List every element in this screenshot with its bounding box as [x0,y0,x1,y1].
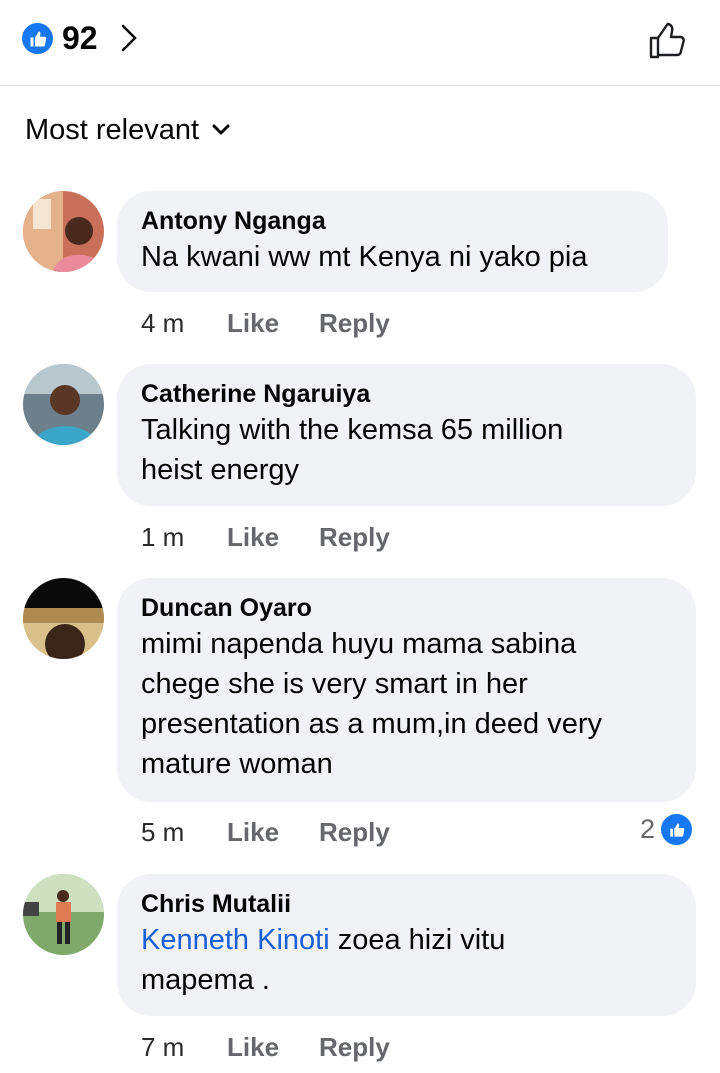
comment-author[interactable]: Catherine Ngaruiya [141,378,672,410]
comment-reaction-count: 2 [640,814,656,844]
thumbs-up-icon [659,812,695,847]
like-outline-icon[interactable] [645,18,689,62]
comment-actions: 5 m Like Reply [141,816,390,848]
comment-text-line: heist energy [141,454,299,486]
comment-bubble: Duncan Oyaro mimi napenda huyu mama sabi… [117,578,696,802]
sort-label: Most relevant [25,114,200,146]
comment-text-line: mimi napenda huyu mama sabina [141,628,577,660]
comment-bubble: Antony Nganga Na kwani ww mt Kenya ni ya… [117,191,668,292]
like-button[interactable]: Like [227,816,319,848]
comment-time[interactable]: 7 m [141,1031,227,1063]
comment-time[interactable]: 1 m [141,521,227,553]
comment-time[interactable]: 5 m [141,816,227,848]
reply-button[interactable]: Reply [319,1031,390,1063]
comment-bubble: Chris Mutalii Kenneth Kinoti zoea hizi v… [117,874,696,1016]
chevron-right-icon[interactable] [118,22,142,54]
comment-text-line: Talking with the kemsa 65 million [141,414,564,446]
comment-text-line: presentation as a mum,in deed very [141,708,603,740]
comment-reactions[interactable]: 2 [640,812,695,847]
comment-actions: 4 m Like Reply [141,307,390,339]
comment-text-fragment: zoea hizi vitu [329,924,506,956]
sort-dropdown[interactable]: Most relevant [25,112,231,148]
avatar[interactable] [23,578,104,659]
avatar[interactable] [23,191,104,272]
comment-time[interactable]: 4 m [141,307,227,339]
reply-button[interactable]: Reply [319,307,390,339]
reaction-count[interactable]: 92 [62,19,98,57]
comment-text-line: Kenneth Kinoti zoea hizi vitu [141,920,672,960]
chevron-down-icon [212,124,230,135]
thumbs-up-icon[interactable] [22,23,53,54]
reactions-header: 92 [0,0,720,86]
like-button[interactable]: Like [227,1031,319,1063]
comment-text-line: mapema . [141,964,270,996]
comment-bubble: Catherine Ngaruiya Talking with the kems… [117,364,696,506]
avatar[interactable] [23,364,104,445]
comment-actions: 1 m Like Reply [141,521,390,553]
like-button[interactable]: Like [227,521,319,553]
comment-text-line: mature woman [141,748,333,780]
comment-author[interactable]: Duncan Oyaro [141,592,672,624]
comment-text: Na kwani ww mt Kenya ni yako pia [141,241,588,273]
mention-link[interactable]: Kenneth Kinoti [141,924,330,956]
avatar[interactable] [23,874,104,955]
reply-button[interactable]: Reply [319,816,390,848]
comment-text-line: chege she is very smart in her [141,668,528,700]
comment-author[interactable]: Chris Mutalii [141,888,672,920]
comment-actions: 7 m Like Reply [141,1031,390,1063]
comment-author[interactable]: Antony Nganga [141,205,644,237]
like-button[interactable]: Like [227,307,319,339]
reply-button[interactable]: Reply [319,521,390,553]
